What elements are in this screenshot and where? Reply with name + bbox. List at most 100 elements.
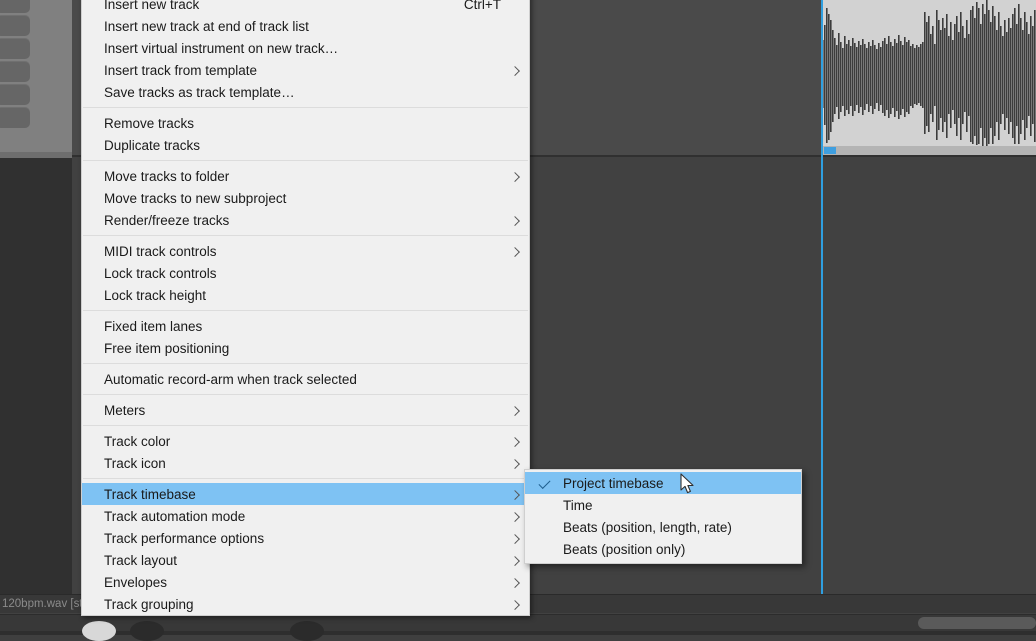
media-item-footer xyxy=(822,146,1036,155)
chevron-right-icon xyxy=(510,490,520,500)
menu-item-label: Lock track height xyxy=(104,287,207,303)
submenu-item-label: Project timebase xyxy=(563,475,664,491)
menu-item[interactable]: Track icon xyxy=(82,452,529,474)
chevron-right-icon xyxy=(510,66,520,76)
horizontal-scrollbar-thumb[interactable] xyxy=(918,617,1036,629)
menu-item[interactable]: Insert virtual instrument on new track… xyxy=(82,37,529,59)
menu-item[interactable]: MIDI track controls xyxy=(82,240,529,262)
track-timebase-submenu[interactable]: Project timebase Time Beats (position, len… xyxy=(524,469,802,564)
track-control-button[interactable] xyxy=(0,107,30,128)
menu-item-label: Envelopes xyxy=(104,574,168,590)
menu-item[interactable]: Insert new track Ctrl+T xyxy=(82,0,529,15)
menu-item-label: Automatic record-arm when track selected xyxy=(104,371,357,387)
menu-separator xyxy=(83,235,528,236)
menu-item[interactable]: Meters xyxy=(82,399,529,421)
menu-item[interactable]: Envelopes xyxy=(82,571,529,593)
menu-item-label: Save tracks as track template… xyxy=(104,84,295,100)
menu-item-label: Insert virtual instrument on new track… xyxy=(104,40,339,56)
submenu-item-label: Time xyxy=(563,497,593,513)
menu-separator xyxy=(83,478,528,479)
transport-control-blob[interactable] xyxy=(130,621,164,641)
menu-item[interactable]: Track layout xyxy=(82,549,529,571)
menu-item[interactable]: Lock track height xyxy=(82,284,529,306)
chevron-right-icon xyxy=(510,172,520,182)
menu-item-label: Fixed item lanes xyxy=(104,318,203,334)
menu-item[interactable]: Free item positioning xyxy=(82,337,529,359)
chevron-right-icon xyxy=(510,512,520,522)
menu-item-label: Render/freeze tracks xyxy=(104,212,230,228)
menu-item-label: Track timebase xyxy=(104,486,196,502)
menu-item-label: Insert new track xyxy=(104,0,200,12)
submenu-item[interactable]: Beats (position, length, rate) xyxy=(525,516,801,538)
menu-item[interactable]: Insert new track at end of track list xyxy=(82,15,529,37)
menu-separator xyxy=(83,363,528,364)
menu-item-shortcut: Ctrl+T xyxy=(463,0,501,12)
waveform-icon xyxy=(822,0,1036,148)
menu-item-label: Track color xyxy=(104,433,171,449)
submenu-item[interactable]: Beats (position only) xyxy=(525,538,801,560)
chevron-right-icon xyxy=(510,216,520,226)
menu-item-label: Free item positioning xyxy=(104,340,230,356)
transport-control-blob[interactable] xyxy=(290,621,324,641)
menu-separator xyxy=(83,310,528,311)
track-control-button[interactable] xyxy=(0,84,30,105)
menu-item[interactable]: Save tracks as track template… xyxy=(82,81,529,103)
menu-item[interactable]: Remove tracks xyxy=(82,112,529,134)
track-control-button[interactable] xyxy=(0,0,30,13)
track-control-button-group[interactable] xyxy=(0,0,32,158)
chevron-right-icon xyxy=(510,406,520,416)
menu-item-label: Track grouping xyxy=(104,596,194,612)
menu-item[interactable]: Move tracks to new subproject xyxy=(82,187,529,209)
chevron-right-icon xyxy=(510,600,520,610)
menu-item-label: Insert track from template xyxy=(104,62,258,78)
menu-item-label: Duplicate tracks xyxy=(104,137,201,153)
media-item-selection-chip xyxy=(824,147,836,154)
menu-item-label: Lock track controls xyxy=(104,265,217,281)
menu-item-label: Track layout xyxy=(104,552,178,568)
menu-item-label: Move tracks to folder xyxy=(104,168,230,184)
menu-item[interactable]: Duplicate tracks xyxy=(82,134,529,156)
chevron-right-icon xyxy=(510,534,520,544)
menu-item-label: Meters xyxy=(104,402,146,418)
menu-item-label: Track icon xyxy=(104,455,166,471)
chevron-right-icon xyxy=(510,437,520,447)
menu-separator xyxy=(83,425,528,426)
chevron-right-icon xyxy=(510,578,520,588)
menu-item[interactable]: Track grouping xyxy=(82,593,529,615)
menu-separator xyxy=(83,160,528,161)
menu-item-label: Track performance options xyxy=(104,530,265,546)
track-control-panel[interactable] xyxy=(0,0,72,158)
menu-item[interactable]: Track performance options xyxy=(82,527,529,549)
menu-item-label: Track automation mode xyxy=(104,508,246,524)
empty-track-panel-area[interactable] xyxy=(0,158,72,595)
menu-item-label: MIDI track controls xyxy=(104,243,217,259)
edit-cursor-line xyxy=(821,0,823,595)
track-control-button[interactable] xyxy=(0,38,30,59)
track-context-menu[interactable]: Insert new track Ctrl+T Insert new track a… xyxy=(81,0,530,616)
submenu-item[interactable]: Time xyxy=(525,494,801,516)
transport-control-blob[interactable] xyxy=(82,621,116,641)
menu-separator xyxy=(83,107,528,108)
menu-item[interactable]: Track timebase xyxy=(82,483,529,505)
submenu-item-label: Beats (position, length, rate) xyxy=(563,519,732,535)
submenu-item-label: Beats (position only) xyxy=(563,541,686,557)
chevron-right-icon xyxy=(510,556,520,566)
menu-item[interactable]: Fixed item lanes xyxy=(82,315,529,337)
menu-item[interactable]: Track automation mode xyxy=(82,505,529,527)
menu-item[interactable]: Automatic record-arm when track selected xyxy=(82,368,529,390)
menu-item-label: Move tracks to new subproject xyxy=(104,190,287,206)
track-control-button[interactable] xyxy=(0,15,30,36)
menu-item[interactable]: Insert track from template xyxy=(82,59,529,81)
menu-item-label: Remove tracks xyxy=(104,115,195,131)
media-item-waveform-clip[interactable] xyxy=(822,0,1036,155)
menu-item[interactable]: Render/freeze tracks xyxy=(82,209,529,231)
menu-item-label: Insert new track at end of track list xyxy=(104,18,309,34)
menu-separator xyxy=(83,394,528,395)
track-control-button[interactable] xyxy=(0,61,30,82)
chevron-right-icon xyxy=(510,459,520,469)
menu-item[interactable]: Lock track controls xyxy=(82,262,529,284)
menu-item[interactable]: Move tracks to folder xyxy=(82,165,529,187)
submenu-item[interactable]: Project timebase xyxy=(525,472,801,494)
chevron-right-icon xyxy=(510,247,520,257)
menu-item[interactable]: Track color xyxy=(82,430,529,452)
